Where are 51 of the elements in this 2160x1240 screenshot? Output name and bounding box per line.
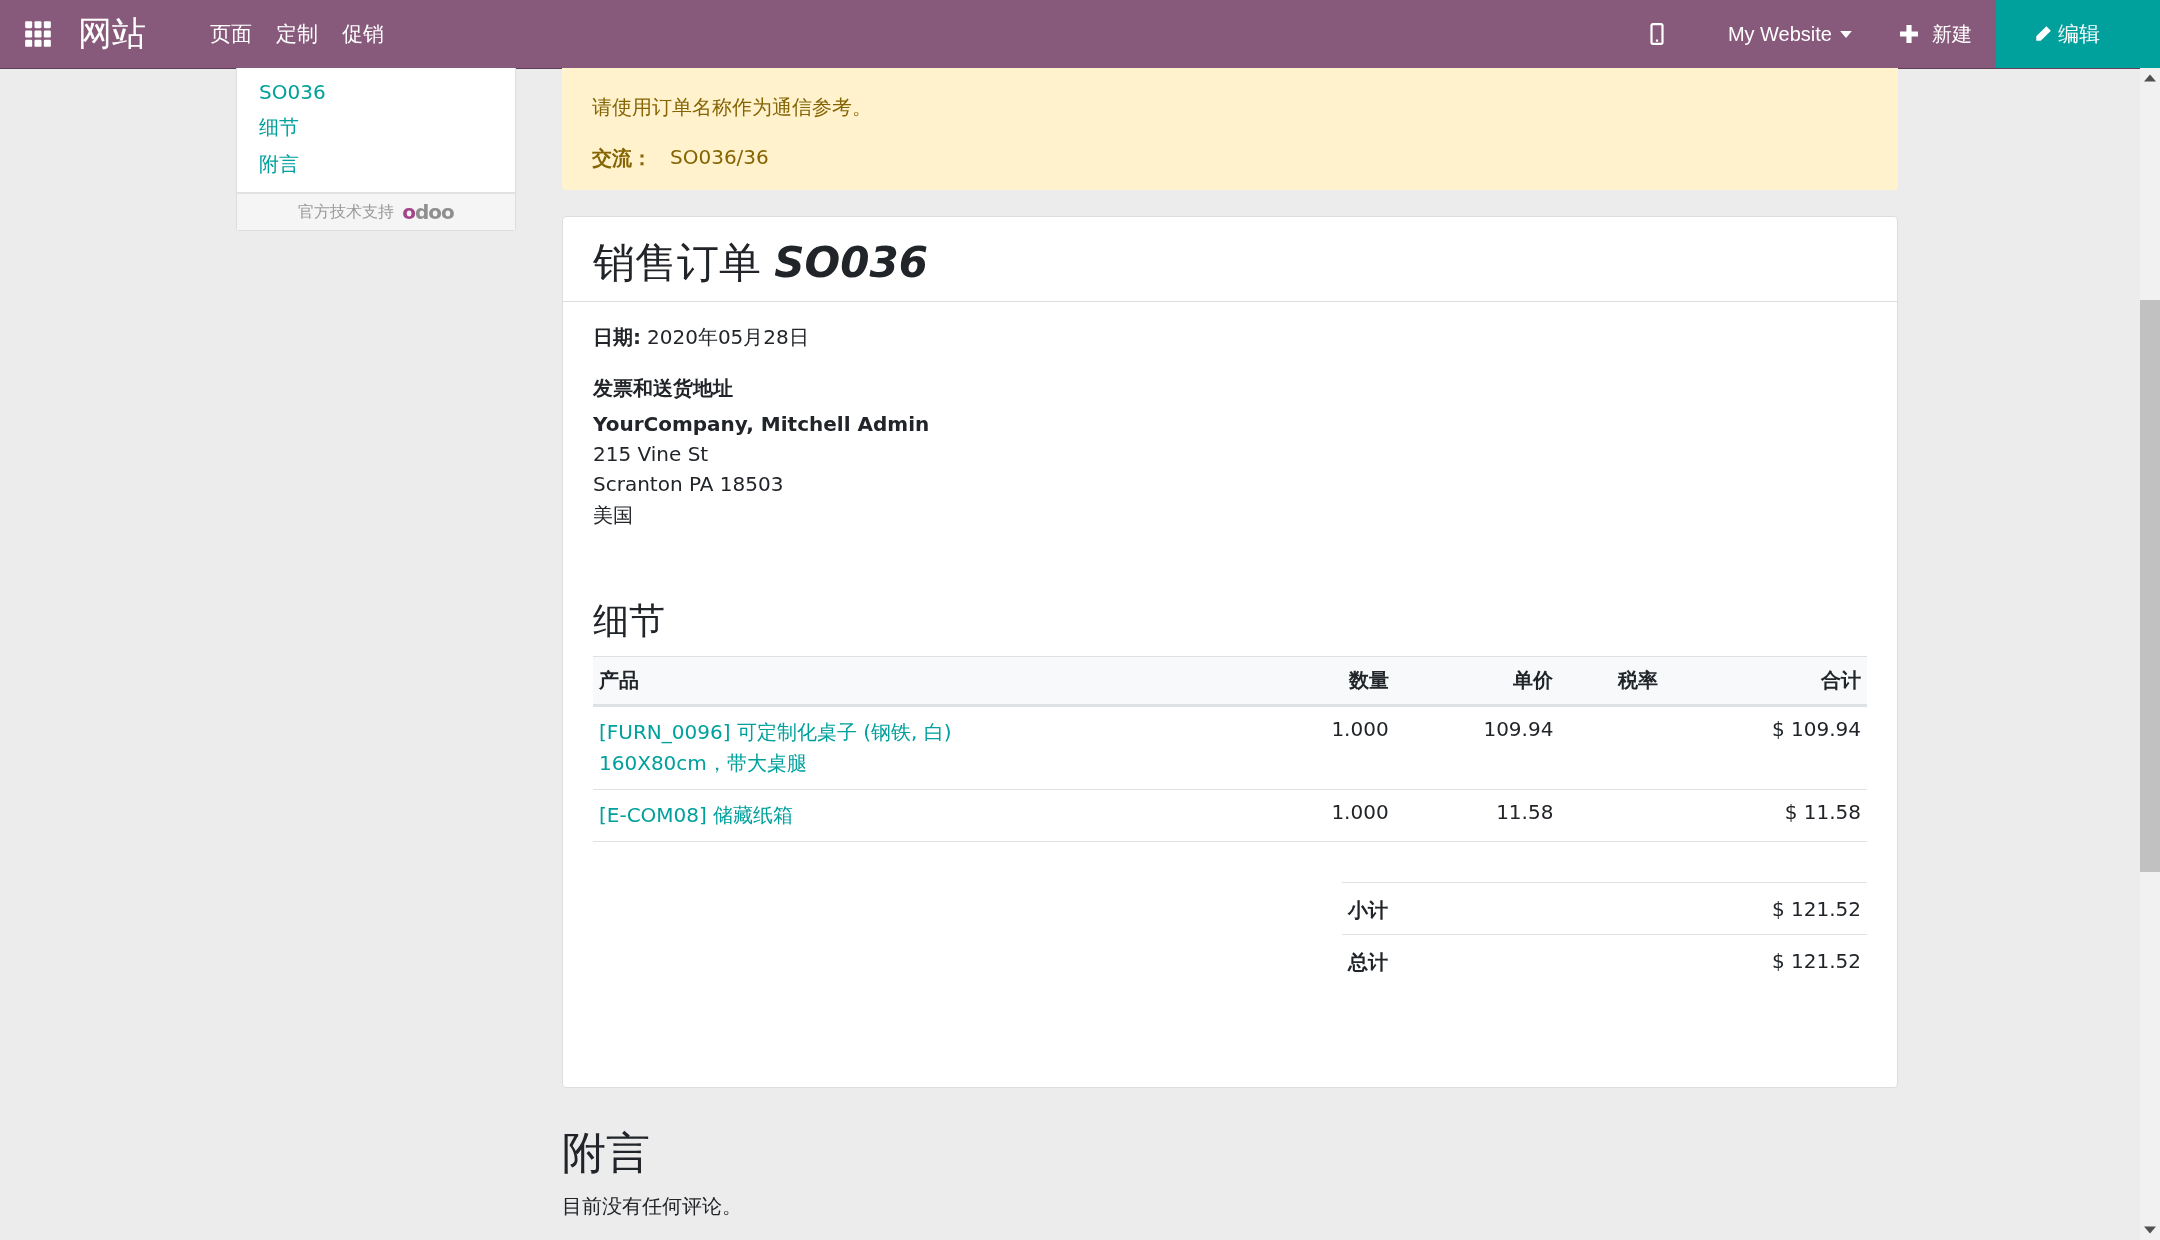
pencil-icon	[2034, 25, 2052, 43]
powered-by-text: 官方技术支持	[298, 201, 395, 223]
reference-value: SO036/36	[670, 145, 769, 171]
product-link[interactable]: [E-COM08] 储藏纸箱	[599, 800, 999, 831]
app-title: 网站	[78, 12, 146, 55]
menu-item[interactable]: 促销	[342, 20, 384, 48]
section-heading: 细节	[593, 599, 666, 643]
address-line: 215 Vine St	[593, 442, 710, 466]
website-dropdown[interactable]: My Website	[1703, 22, 1876, 46]
table-cell: 11.58	[1394, 789, 1560, 842]
address-line: Scranton PA 18503	[593, 472, 785, 496]
date-value: 2020年05月28日	[647, 324, 809, 351]
column-header: 产品	[593, 656, 1256, 706]
mobile-phone-icon[interactable]	[1649, 23, 1664, 45]
order-title: 销售订单 SO036	[593, 237, 929, 289]
address-name: YourCompany, Mitchell Admin	[593, 412, 931, 436]
sidebar-link[interactable]: 附言	[259, 151, 493, 178]
column-header: 单价	[1394, 656, 1560, 706]
scroll-up-icon[interactable]	[2144, 74, 2156, 82]
menu-item[interactable]: 页面	[210, 20, 252, 48]
product-link[interactable]: [FURN_0096] 可定制化桌子 (钢铁, 白) 160X80cm，带大桌腿	[599, 717, 999, 779]
total-label: 小计	[1348, 897, 1388, 924]
new-button[interactable]: 新建	[1876, 20, 1996, 48]
sidebar-link[interactable]: 细节	[259, 114, 493, 141]
scroll-down-icon[interactable]	[2144, 1226, 2156, 1234]
comments-empty-text: 目前没有任何评论。	[562, 1193, 743, 1220]
table-cell: $ 11.58	[1663, 789, 1867, 842]
column-header: 税率	[1559, 656, 1664, 706]
edit-button[interactable]: 编辑	[1996, 0, 2160, 68]
total-label: 总计	[1348, 949, 1388, 976]
section-heading: 附言	[562, 1126, 651, 1180]
column-header: 合计	[1663, 656, 1867, 706]
table-cell: 109.94	[1394, 705, 1560, 790]
reference-label: 交流：	[592, 145, 652, 172]
column-header: 数量	[1255, 656, 1395, 706]
alert-message: 请使用订单名称作为通信参考。	[592, 94, 873, 121]
menu-item[interactable]: 定制	[276, 20, 318, 48]
table-cell: $ 109.94	[1663, 705, 1867, 790]
total-value: $ 121.52	[1771, 949, 1861, 975]
table-cell: 1.000	[1255, 705, 1395, 790]
total-value: $ 121.52	[1771, 897, 1861, 923]
odoo-logo: odoo	[402, 200, 454, 224]
apps-grid-icon[interactable]	[24, 20, 52, 48]
table-cell: 1.000	[1255, 789, 1395, 842]
address-heading: 发票和送货地址	[593, 375, 734, 402]
caret-icon	[1840, 30, 1852, 38]
scrollbar[interactable]	[2140, 68, 2160, 1240]
date-label: 日期:	[593, 324, 641, 351]
sidebar-link[interactable]: SO036	[259, 80, 493, 104]
address-line: 美国	[593, 502, 634, 529]
plus-icon	[1900, 25, 1918, 43]
